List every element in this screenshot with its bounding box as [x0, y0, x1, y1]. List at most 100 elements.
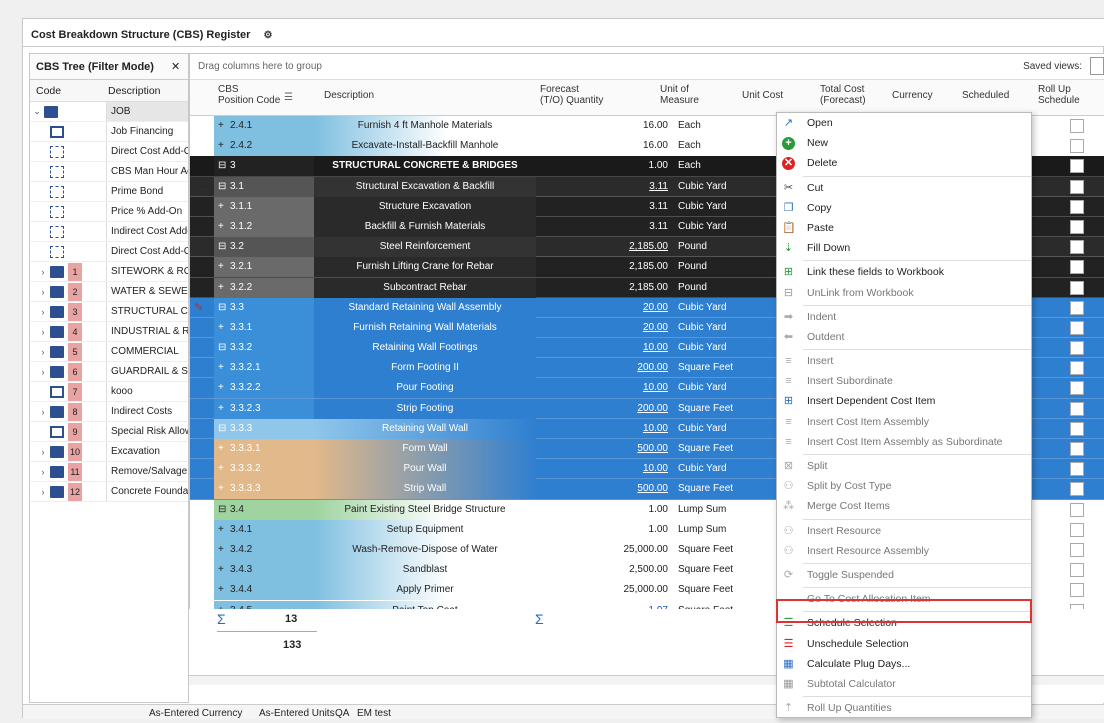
cell-code[interactable]: 3.3 [226, 298, 320, 318]
cell-description[interactable]: Pour Wall [320, 459, 530, 479]
expand-icon[interactable]: › [36, 267, 50, 277]
tree-row[interactable]: › 3 STRUCTURAL CON [30, 302, 188, 322]
tree-row[interactable]: CBS Man Hour Add [30, 162, 188, 182]
tree-row[interactable]: › 5 COMMERCIAL [30, 342, 188, 362]
gear-icon[interactable]: ⚙ [264, 30, 273, 41]
tree-row[interactable]: Price % Add-On [30, 202, 188, 222]
cell-uom[interactable]: Cubic Yard [674, 459, 752, 479]
col-total-cost[interactable]: Total Cost (Forecast) [820, 84, 866, 106]
col-currency[interactable]: Currency [892, 90, 933, 101]
expand-icon[interactable]: + [218, 479, 224, 499]
menu-item-toggle-suspended[interactable]: ⟳ Toggle Suspended [777, 565, 1031, 585]
expand-icon[interactable]: + [218, 399, 224, 419]
tree-row[interactable]: Direct Cost Add-O [30, 142, 188, 162]
tree-row[interactable]: Job Financing [30, 122, 188, 142]
menu-item-insert-dependent-cost-item[interactable]: ⊞ Insert Dependent Cost Item [777, 391, 1031, 411]
cell-uom[interactable]: Square Feet [674, 358, 752, 378]
rollup-checkbox[interactable] [1070, 482, 1084, 497]
expand-icon[interactable]: ⌄ [30, 106, 44, 117]
cell-code[interactable]: 3.4.2 [226, 540, 320, 560]
tree-row[interactable]: › 8 Indirect Costs [30, 402, 188, 422]
cell-description[interactable]: Retaining Wall Wall [320, 419, 530, 439]
cell-uom[interactable]: Cubic Yard [674, 378, 752, 398]
menu-item-unlink-from-workbook[interactable]: ⊟ UnLink from Workbook [777, 283, 1031, 303]
cell-code[interactable]: 3.2 [226, 237, 320, 257]
cell-quantity[interactable]: 1.00 [536, 156, 668, 176]
cell-code[interactable]: 3.1 [226, 177, 320, 197]
expand-icon[interactable]: + [218, 439, 224, 459]
cell-quantity[interactable]: 2,185.00 [536, 237, 668, 257]
cell-uom[interactable]: Each [674, 156, 752, 176]
cell-code[interactable]: 3.3.3.2 [226, 459, 320, 479]
cell-description[interactable]: Furnish 4 ft Manhole Materials [320, 116, 530, 136]
cell-uom[interactable]: Cubic Yard [674, 318, 752, 338]
cell-quantity[interactable]: 3.11 [536, 197, 668, 217]
rollup-checkbox[interactable] [1070, 139, 1084, 154]
tree-row[interactable]: Indirect Cost Add- [30, 222, 188, 242]
cell-description[interactable]: Steel Reinforcement [320, 237, 530, 257]
cell-code[interactable]: 3.3.3 [226, 419, 320, 439]
cell-quantity[interactable]: 200.00 [536, 358, 668, 378]
cell-uom[interactable]: Square Feet [674, 580, 752, 600]
expand-icon[interactable]: › [36, 287, 50, 297]
cell-description[interactable]: Form Wall [320, 439, 530, 459]
cell-code[interactable]: 3.4 [226, 500, 320, 520]
rollup-checkbox[interactable] [1070, 563, 1084, 578]
rollup-checkbox[interactable] [1070, 240, 1084, 255]
cell-code[interactable]: 2.4.2 [226, 136, 320, 156]
sort-icon[interactable]: ☰ [284, 92, 293, 103]
tree-row[interactable]: › 11 Remove/Salvage ( [30, 462, 188, 482]
expand-icon[interactable]: + [218, 459, 224, 479]
cell-quantity[interactable]: 25,000.00 [536, 580, 669, 600]
cell-code[interactable]: 3.3.3.1 [226, 439, 320, 459]
menu-item-cut[interactable]: ✂ Cut [777, 178, 1031, 198]
cell-uom[interactable]: Each [674, 116, 752, 136]
rollup-checkbox[interactable] [1070, 219, 1084, 234]
menu-item-calculate-plug-days[interactable]: ▦ Calculate Plug Days... [777, 654, 1031, 674]
menu-item-insert-cost-item-assembly[interactable]: ≡ Insert Cost Item Assembly [777, 412, 1031, 432]
col-qty[interactable]: Forecast (T/O) Quantity [540, 84, 603, 106]
expand-icon[interactable]: + [218, 136, 224, 156]
tree-row[interactable]: › 1 SITEWORK & ROA [30, 262, 188, 282]
cell-quantity[interactable]: 20.00 [536, 318, 668, 338]
expand-icon[interactable]: › [36, 467, 50, 477]
expand-icon[interactable]: + [218, 318, 224, 338]
cell-description[interactable]: Paint Existing Steel Bridge Structure [320, 500, 530, 520]
cell-uom[interactable]: Cubic Yard [674, 177, 752, 197]
cell-uom[interactable]: Cubic Yard [674, 217, 752, 237]
expand-icon[interactable]: + [218, 520, 224, 540]
cell-quantity[interactable]: 16.00 [536, 136, 668, 156]
cell-code[interactable]: 3 [226, 156, 320, 176]
menu-item-new[interactable]: + New [777, 133, 1031, 153]
tree-row[interactable]: 7 kooo [30, 382, 188, 402]
cell-code[interactable]: 3.3.3.3 [226, 479, 320, 499]
cell-description[interactable]: Strip Footing [320, 399, 530, 419]
cell-description[interactable]: Pour Footing [320, 378, 530, 398]
menu-item-fill-down[interactable]: ⇣ Fill Down [777, 238, 1031, 258]
expand-icon[interactable]: › [36, 307, 50, 317]
cell-quantity[interactable]: 500.00 [536, 479, 668, 499]
tree-row[interactable]: 9 Special Risk Allowa [30, 422, 188, 442]
col-unit-cost[interactable]: Unit Cost [742, 90, 783, 101]
rollup-checkbox[interactable] [1070, 583, 1084, 598]
expand-icon[interactable]: › [36, 447, 50, 457]
expand-icon[interactable]: + [218, 560, 224, 580]
cell-uom[interactable]: Pound [674, 257, 752, 277]
expand-icon[interactable]: + [218, 217, 224, 237]
cell-uom[interactable]: Square Feet [674, 439, 752, 459]
cell-description[interactable]: Sandblast [320, 560, 530, 580]
cell-code[interactable]: 3.3.2.2 [226, 378, 320, 398]
cell-description[interactable]: Structural Excavation & Backfill [320, 177, 530, 197]
menu-item-subtotal-calculator[interactable]: ▦ Subtotal Calculator [777, 674, 1031, 694]
cell-uom[interactable]: Each [674, 136, 752, 156]
cell-description[interactable]: Excavate-Install-Backfill Manhole [320, 136, 530, 156]
rollup-checkbox[interactable] [1070, 421, 1084, 436]
cell-uom[interactable]: Square Feet [674, 540, 752, 560]
cell-code[interactable]: 3.3.1 [226, 318, 320, 338]
menu-item-split-by-cost-type[interactable]: ⚇ Split by Cost Type [777, 476, 1031, 496]
expand-icon[interactable]: + [218, 116, 224, 136]
cell-quantity[interactable]: 10.00 [536, 338, 668, 358]
cell-description[interactable]: Wash-Remove-Dispose of Water [320, 540, 530, 560]
expand-icon[interactable]: › [36, 327, 50, 337]
cell-code[interactable]: 2.4.1 [226, 116, 320, 136]
